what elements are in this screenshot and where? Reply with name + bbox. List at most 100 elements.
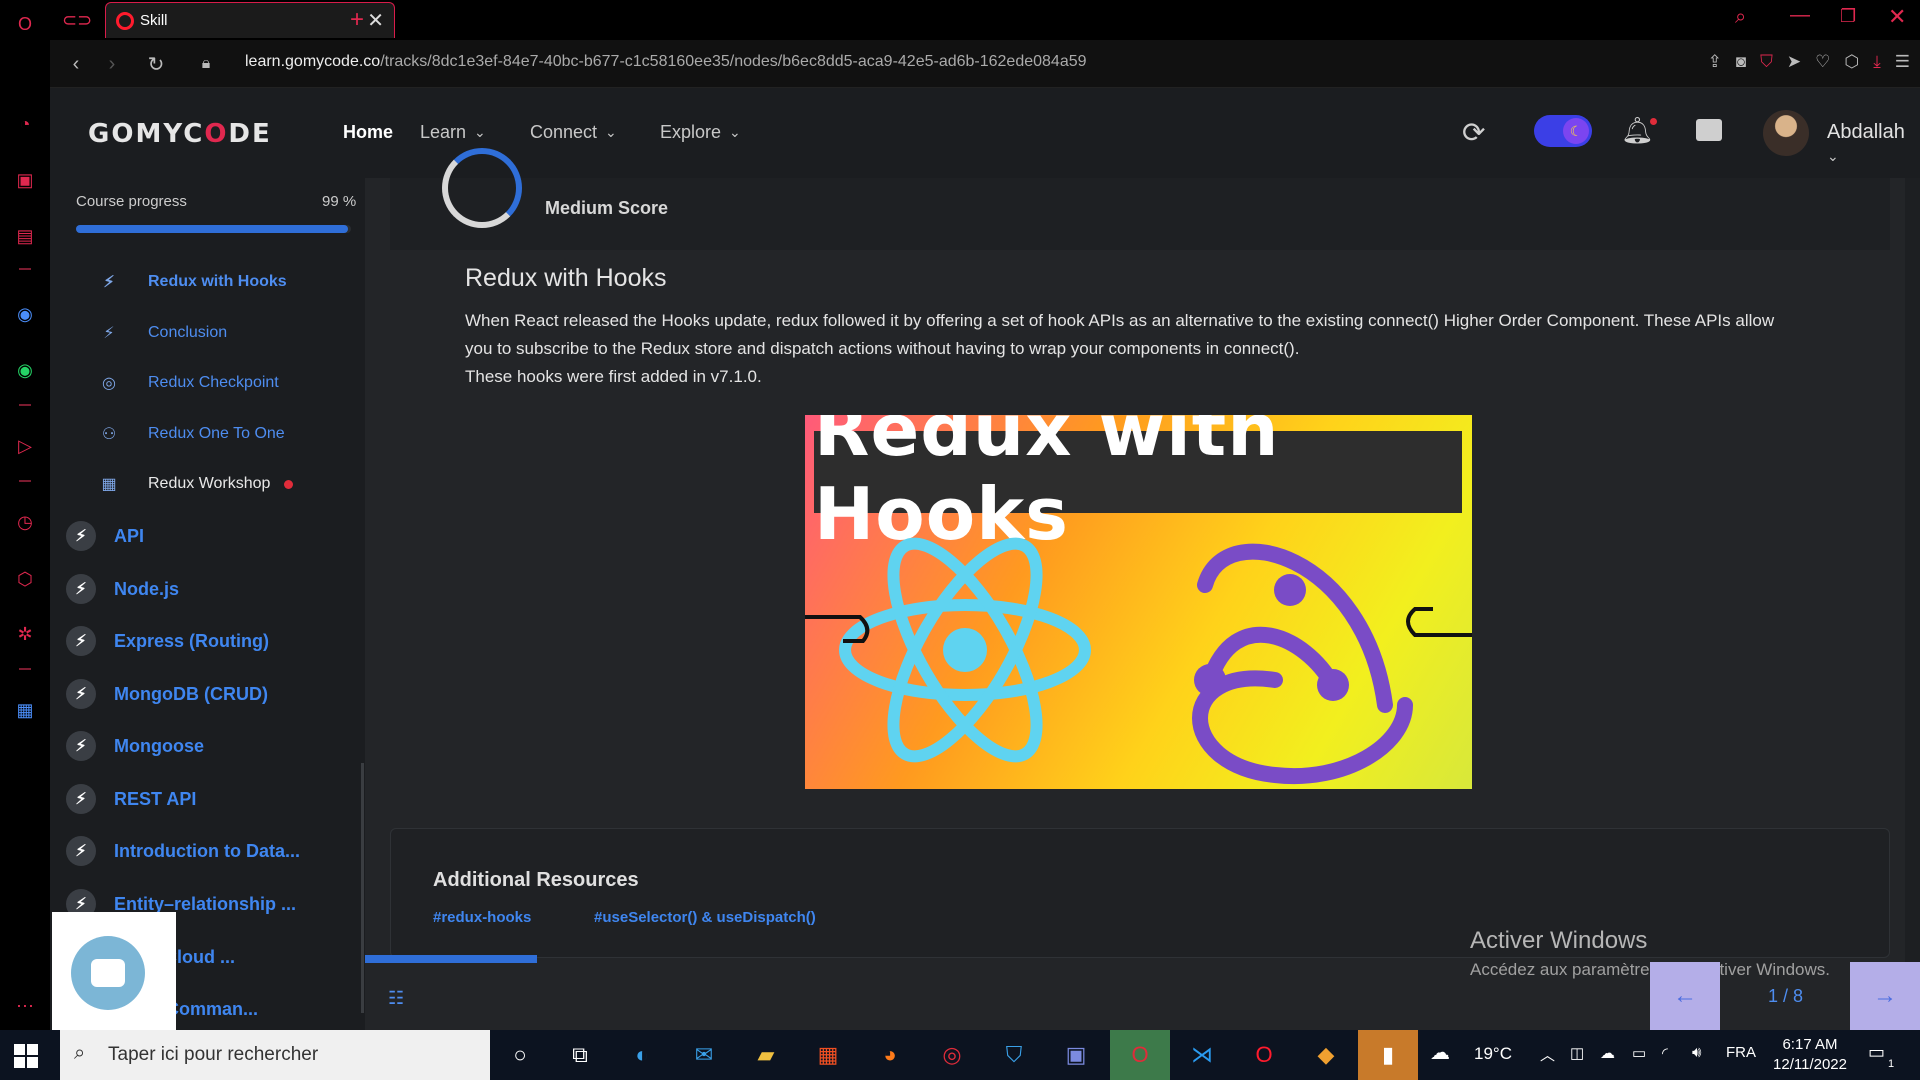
onedrive-icon[interactable]: ☁ [1600, 1044, 1615, 1062]
sidebar-item-redux-one-to-one[interactable]: ⚇ Redux One To One [98, 424, 285, 444]
minimize-icon[interactable]: — [1790, 4, 1810, 27]
resource-tag[interactable]: #useSelector() & useDispatch() [594, 909, 816, 926]
twitch-icon[interactable]: ▤ [13, 224, 37, 248]
volume-icon[interactable]: 🔊︎ [1692, 1044, 1701, 1061]
sidebar-item-conclusion[interactable]: ⚡︎ Conclusion [98, 323, 227, 343]
module-label: Node.js [114, 578, 180, 599]
snapshot-icon[interactable]: ◙ [1736, 52, 1746, 72]
nav-explore[interactable]: Explore ⌄ [660, 122, 741, 143]
restore-icon[interactable]: ❐ [1840, 6, 1856, 27]
weather-temp[interactable]: 19°C [1474, 1044, 1512, 1064]
opera-icon[interactable]: O [1234, 1030, 1294, 1080]
course-sidebar: Course progress 99 % ⚡︎ Redux with Hooks … [50, 178, 365, 1030]
download-icon[interactable]: ⤓ [1873, 52, 1881, 72]
git-icon[interactable]: ◆ [1296, 1030, 1356, 1080]
url-domain: learn.gomycode.co [245, 53, 381, 70]
nav-connect[interactable]: Connect ⌄ [530, 122, 617, 143]
battery-icon[interactable]: ▭ [1632, 1044, 1646, 1062]
logo-right: DE [228, 119, 272, 149]
file-explorer-icon[interactable]: ▰ [736, 1030, 796, 1080]
defender-icon[interactable]: ⛉ [984, 1030, 1044, 1080]
task-view-icon[interactable]: ⧉ [550, 1030, 610, 1080]
module-item[interactable]: ⚡︎ Node.js [66, 574, 179, 604]
more-icon[interactable]: ⋯ [13, 994, 37, 1018]
back-icon[interactable]: ‹ [62, 50, 90, 78]
module-item[interactable]: ⚡︎ Mongoose [66, 731, 204, 761]
weather-icon[interactable]: ☁ [1430, 1040, 1450, 1065]
sidebar-separator [19, 404, 31, 406]
translate-icon[interactable]: ▦ [13, 698, 37, 722]
reload-icon[interactable]: ↻ [142, 50, 170, 78]
heart-icon[interactable]: ♡ [1815, 52, 1830, 72]
sidebar-scrollbar[interactable] [361, 763, 364, 1013]
opera-menu-icon[interactable]: O [13, 12, 37, 36]
sidebar-item-redux-with-hooks[interactable]: ⚡︎ Redux with Hooks [98, 272, 286, 292]
vscode-icon[interactable]: ⋊ [1172, 1030, 1232, 1080]
firefox-icon[interactable]: ◕ [860, 1030, 920, 1080]
chat-bubble-icon [91, 959, 125, 987]
close-tab-icon[interactable]: ✕ [367, 8, 384, 33]
module-item[interactable]: ⚡︎ Express (Routing) [66, 626, 269, 656]
sync-icon[interactable]: ⟳ [1462, 116, 1485, 149]
nav-home[interactable]: Home [343, 122, 393, 143]
language-indicator[interactable]: FRA [1726, 1044, 1756, 1061]
avatar[interactable] [1763, 110, 1809, 156]
app-folder-icon[interactable]: ▮ [1358, 1030, 1418, 1080]
opera-gx-icon[interactable]: ◎ [922, 1030, 982, 1080]
chat-icon[interactable] [1696, 119, 1722, 141]
gamepad-icon[interactable]: ⊂⊃ [62, 10, 92, 31]
network-icon[interactable]: ◫ [1570, 1044, 1584, 1062]
nav-learn[interactable]: Learn ⌄ [420, 122, 486, 143]
resource-tag[interactable]: #redux-hooks [433, 909, 531, 926]
send-icon[interactable]: ➤ [1787, 52, 1801, 72]
moon-icon: ☾ [1563, 118, 1589, 144]
tab-title: Skill [140, 12, 168, 29]
table-of-contents-icon[interactable]: ☷ [388, 988, 404, 1009]
workspace-icon[interactable]: ▣ [13, 168, 37, 192]
adblock-icon[interactable]: ⛉ [1760, 52, 1773, 72]
extensions-icon[interactable]: ⬡ [13, 567, 37, 591]
gomycode-logo[interactable]: GOMYCODE [88, 119, 272, 149]
address-bar: ‹ › ↻ 🔒︎ learn.gomycode.co/tracks/8dc1e3… [50, 40, 1920, 88]
forward-icon[interactable]: › [98, 50, 126, 78]
module-item[interactable]: ⚡︎ Introduction to Data... [66, 836, 300, 866]
speed-dial-icon[interactable]: ◔ [13, 112, 37, 136]
url-field[interactable]: learn.gomycode.co/tracks/8dc1e3ef-84e7-4… [245, 53, 1087, 71]
whatsapp-icon[interactable]: ◉ [13, 358, 37, 382]
dark-mode-toggle[interactable]: ☾ [1534, 115, 1592, 147]
settings-icon[interactable]: ✲ [13, 622, 37, 646]
module-label: API [114, 525, 145, 546]
close-window-icon[interactable]: ✕ [1888, 4, 1906, 30]
next-page-button[interactable]: → [1850, 962, 1920, 1030]
search-tabs-icon[interactable]: ⌕ [1735, 6, 1746, 29]
username[interactable]: Abdallah ⌄ [1827, 121, 1920, 167]
share-icon[interactable]: ⇪ [1708, 52, 1722, 72]
opera-active-icon[interactable]: O [1110, 1030, 1170, 1080]
module-item[interactable]: ⚡︎ REST API [66, 784, 196, 814]
easy-setup-icon[interactable]: ☰ [1895, 52, 1910, 72]
sidebar-item-redux-workshop[interactable]: ▦ Redux Workshop [98, 474, 294, 494]
wifi-icon[interactable]: ◜ [1662, 1044, 1668, 1062]
messenger-icon[interactable]: ◉ [13, 302, 37, 326]
windows-start-icon[interactable] [14, 1044, 38, 1068]
cortana-icon[interactable]: ○ [490, 1030, 550, 1080]
mail-icon[interactable]: ✉ [674, 1030, 734, 1080]
teams-icon[interactable]: ▣ [1046, 1030, 1106, 1080]
new-tab-icon[interactable]: + [350, 6, 364, 34]
chat-launcher-button[interactable] [71, 936, 145, 1010]
sidebar-item-redux-checkpoint[interactable]: ◎ Redux Checkpoint [98, 373, 279, 393]
previous-page-button[interactable]: ← [1650, 962, 1720, 1030]
action-center-icon[interactable]: ▭ [1868, 1042, 1885, 1063]
module-item[interactable]: ⚡︎ MongoDB (CRUD) [66, 679, 268, 709]
tray-chevron-icon[interactable]: ︿ [1540, 1044, 1555, 1065]
edge-icon[interactable]: ◐ [612, 1030, 672, 1080]
taskbar-search-input[interactable]: ⌕ Taper ici pour rechercher [60, 1030, 490, 1080]
extensions-cube-icon[interactable]: ⬡ [1844, 52, 1859, 72]
store-icon[interactable]: ▦ [798, 1030, 858, 1080]
player-icon[interactable]: ▷ [13, 434, 37, 458]
module-item[interactable]: ⚡︎ API [66, 521, 144, 551]
bell-icon[interactable]: 🔔︎ [1621, 115, 1654, 146]
hero-title: Redux with Hooks [814, 415, 1462, 556]
clock[interactable]: 6:17 AM 12/11/2022 [1770, 1035, 1850, 1075]
history-icon[interactable]: ◷ [13, 510, 37, 534]
